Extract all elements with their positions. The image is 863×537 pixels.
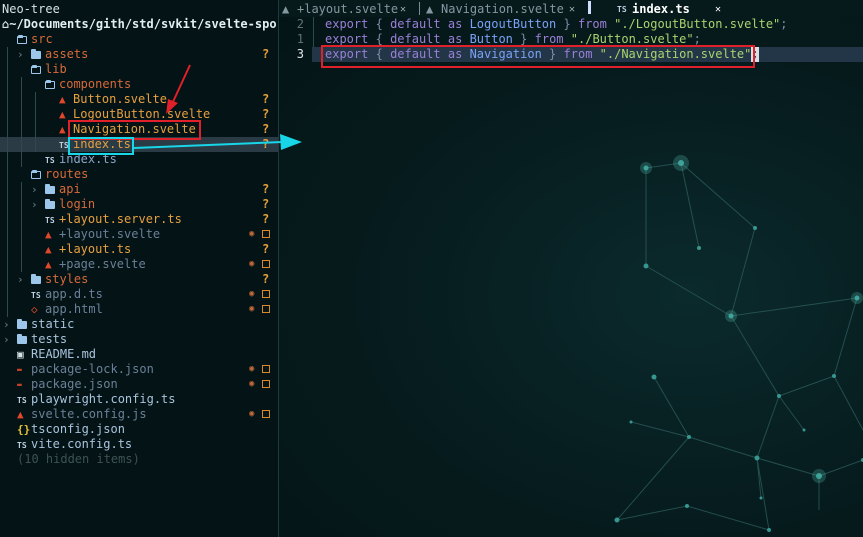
red-arrow-line [171, 64, 191, 105]
cyan-arrow-head [280, 134, 302, 150]
annotation-arrows [133, 64, 302, 150]
red-arrow-head [166, 99, 178, 114]
cyan-arrow-line [133, 141, 283, 149]
